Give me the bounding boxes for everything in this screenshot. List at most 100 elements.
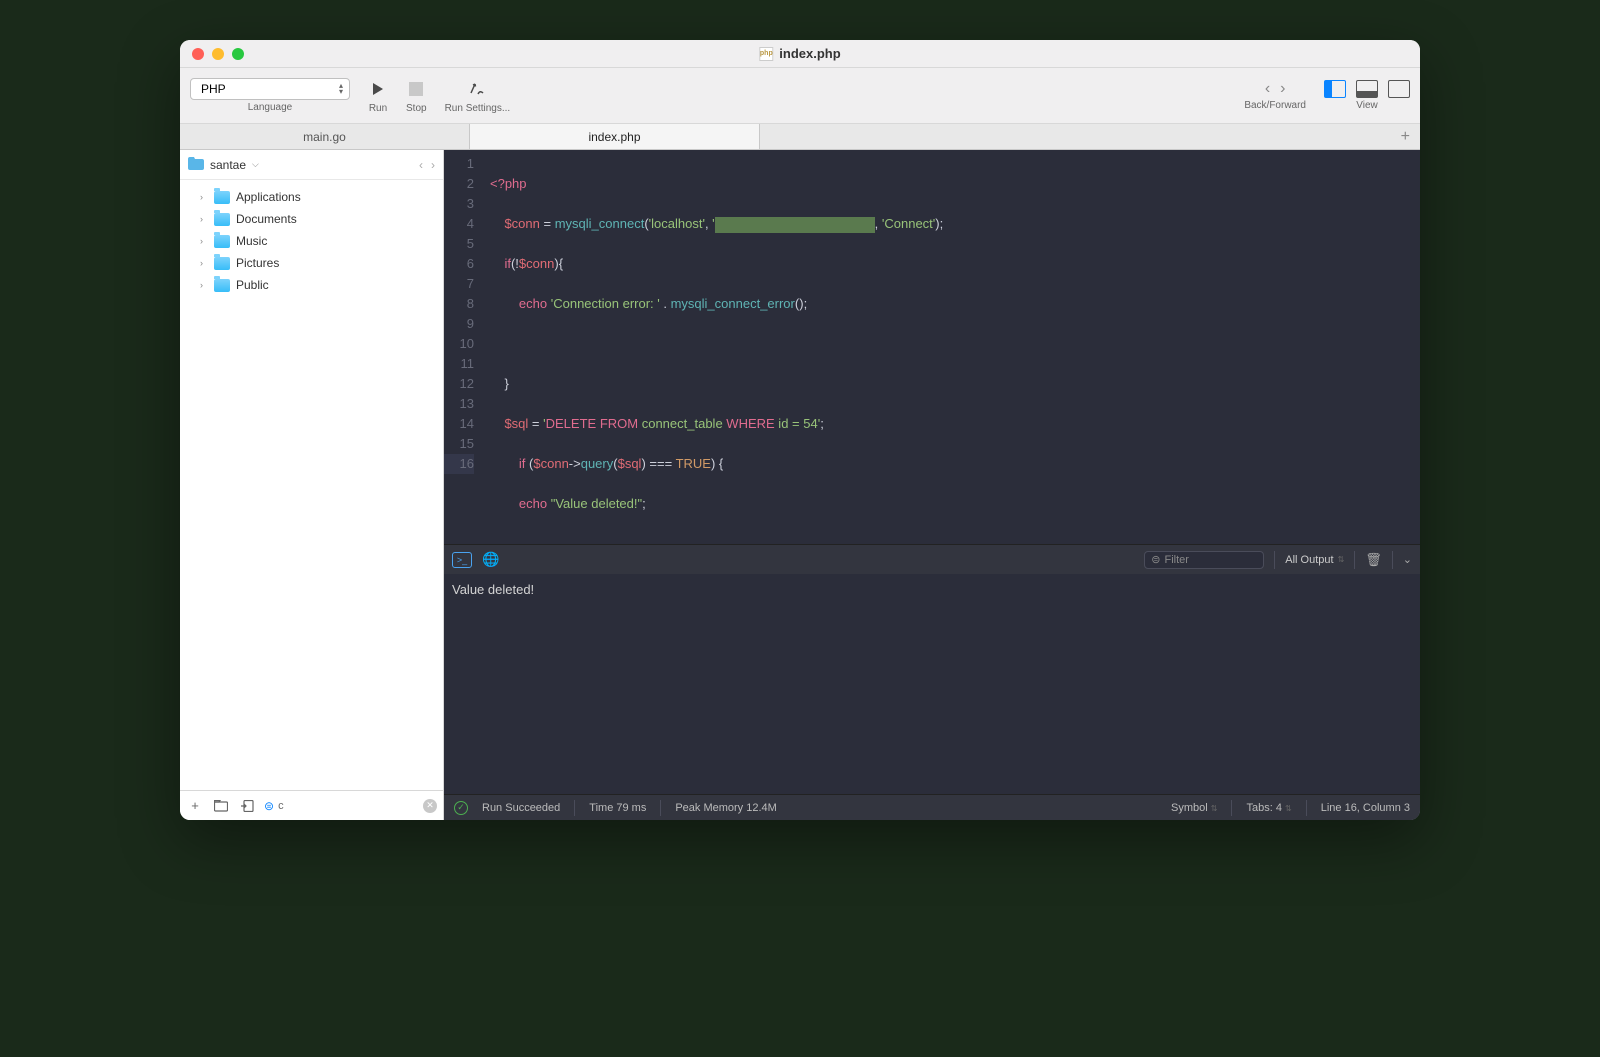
console-view-button[interactable] [1356,80,1378,98]
updown-icon: ⇅ [1338,557,1345,563]
window-title: php index.php [759,46,840,61]
divider [1392,551,1393,569]
root-folder-icon [188,157,204,173]
folder-icon [214,257,230,270]
run-status: Run Succeeded [482,802,560,814]
run-group: Run [368,77,388,114]
main-area: santae ⌵ ‹ › ›Applications ›Documents ›M… [180,150,1420,820]
folder-icon [214,213,230,226]
view-label: View [1356,100,1378,111]
code-body[interactable]: <?php $conn = mysqli_connect('localhost'… [484,150,1420,544]
folder-icon [214,279,230,292]
language-group: PHP ▴▾ Language [190,78,350,113]
nav-group: ‹ › Back/Forward [1244,80,1306,111]
line-number: 9 [444,314,474,334]
tab-index-php[interactable]: index.php [470,124,760,149]
line-number: 13 [444,394,474,414]
traffic-lights [192,48,244,60]
window-title-text: index.php [779,46,840,61]
nav-label: Back/Forward [1244,100,1306,111]
reveal-button[interactable] [238,797,256,815]
language-select[interactable]: PHP ▴▾ [190,78,350,100]
tree-item-public[interactable]: ›Public [180,274,443,296]
line-number: 2 [444,174,474,194]
run-time: Time 79 ms [589,802,646,814]
globe-icon[interactable]: 🌐 [482,551,499,568]
line-number: 15 [444,434,474,454]
clear-console-button[interactable]: 🗑 [1365,552,1382,568]
tab-main-go[interactable]: main.go [180,124,470,149]
line-number: 5 [444,234,474,254]
view-group: View [1324,80,1410,111]
run-label: Run [369,103,387,114]
folder-icon [214,191,230,204]
add-tab-button[interactable]: + [1401,128,1410,146]
path-dropdown-icon[interactable]: ⌵ [252,159,259,170]
status-bar: ✓ Run Succeeded Time 79 ms Peak Memory 1… [444,794,1420,820]
add-button[interactable]: + [186,797,204,815]
stop-group: Stop [406,77,427,114]
line-number: 16 [444,454,474,474]
symbol-select[interactable]: Symbol ⇅ [1171,802,1217,814]
tree-item-label: Applications [236,190,301,204]
new-folder-button[interactable] [212,797,230,815]
tree-item-pictures[interactable]: ›Pictures [180,252,443,274]
output-filter-select[interactable]: All Output ⇅ [1285,554,1344,566]
chevron-right-icon: › [200,214,208,224]
run-memory: Peak Memory 12.4M [675,802,776,814]
maximize-window-button[interactable] [232,48,244,60]
console-output-text: Value deleted! [452,582,534,597]
ide-window: php index.php PHP ▴▾ Language Run Stop [180,40,1420,820]
titlebar: php index.php [180,40,1420,68]
file-tree: ›Applications ›Documents ›Music ›Picture… [180,180,443,790]
tree-item-documents[interactable]: ›Documents [180,208,443,230]
chevron-right-icon: › [200,258,208,268]
redacted-credentials [715,217,875,233]
line-number: 12 [444,374,474,394]
console-toolbar: >_ 🌐 ⊜ Filter All Output ⇅ 🗑 ⌄ [444,544,1420,574]
tree-item-music[interactable]: ›Music [180,230,443,252]
line-number: 1 [444,154,474,174]
clear-search-button[interactable]: ✕ [423,799,437,813]
path-back-button[interactable]: ‹ [419,158,423,172]
console-output[interactable]: Value deleted! [444,574,1420,794]
stop-button[interactable] [406,79,426,99]
tab-bar: main.go index.php + [180,124,1420,150]
sidebar: santae ⌵ ‹ › ›Applications ›Documents ›M… [180,150,444,820]
line-number: 14 [444,414,474,434]
code-editor[interactable]: 1 2 3 4 5 6 7 8 9 10 11 12 13 14 15 16 [444,150,1420,544]
filter-input[interactable]: ⊜ Filter [1144,551,1264,569]
toolbar: PHP ▴▾ Language Run Stop Run Settings... [180,68,1420,124]
line-number: 8 [444,294,474,314]
filter-icon: ⊜ [1151,553,1160,566]
close-window-button[interactable] [192,48,204,60]
language-label: Language [248,102,293,113]
line-number: 11 [444,354,474,374]
tab-filler: + [760,124,1420,149]
path-bar[interactable]: santae ⌵ ‹ › [180,150,443,180]
console-icon[interactable]: >_ [452,552,472,568]
tabs-select[interactable]: Tabs: 4 ⇅ [1246,802,1291,814]
search-value: c [278,800,284,812]
updown-icon: ▴▾ [339,83,343,95]
sidebar-bottom: + ⊜ c ✕ [180,790,443,820]
php-file-icon: php [759,47,773,61]
run-settings-label: Run Settings... [445,103,511,114]
path-forward-button[interactable]: › [431,158,435,172]
tree-item-applications[interactable]: ›Applications [180,186,443,208]
collapse-console-button[interactable]: ⌄ [1403,553,1412,566]
line-number: 3 [444,194,474,214]
chevron-right-icon: › [200,236,208,246]
plain-view-button[interactable] [1388,80,1410,98]
root-folder-name: santae [210,158,246,172]
run-button[interactable] [368,79,388,99]
sidebar-view-button[interactable] [1324,80,1346,98]
tree-item-label: Public [236,278,269,292]
forward-button[interactable]: › [1280,80,1285,98]
back-button[interactable]: ‹ [1265,80,1270,98]
folder-icon [214,235,230,248]
minimize-window-button[interactable] [212,48,224,60]
sidebar-search[interactable]: ⊜ c [264,797,415,815]
run-settings-button[interactable] [467,79,487,99]
divider [1274,551,1275,569]
